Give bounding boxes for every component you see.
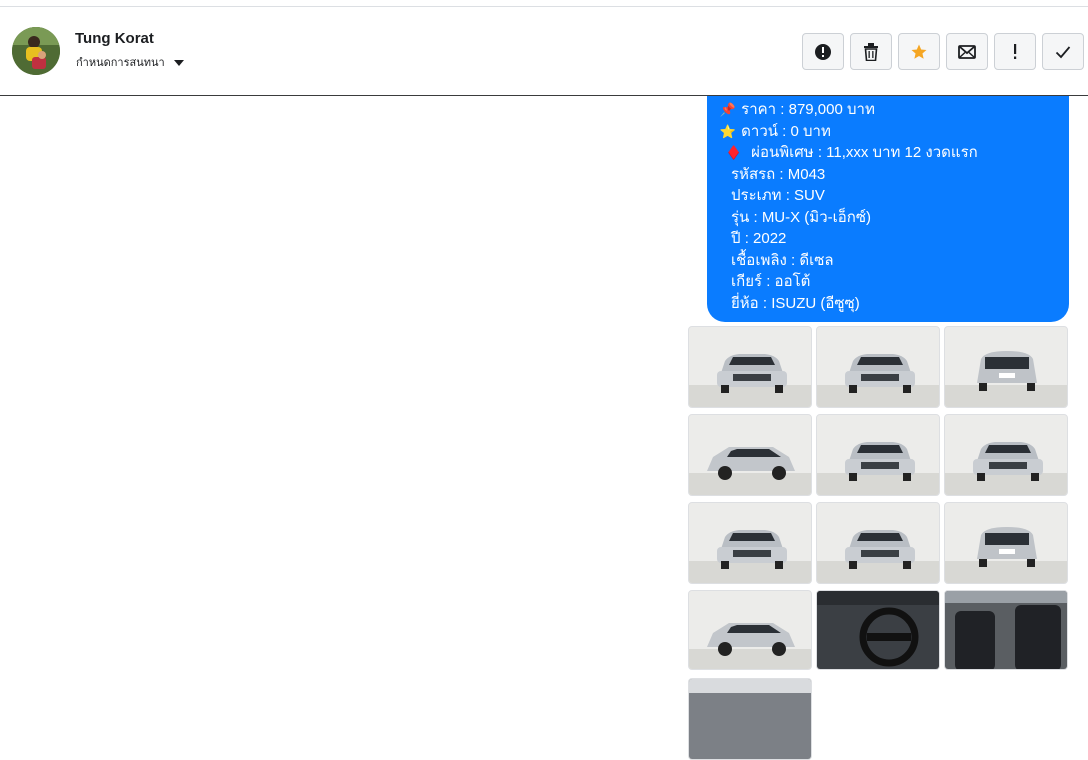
exclamation-icon bbox=[1014, 43, 1017, 59]
done-button[interactable] bbox=[1042, 33, 1084, 70]
photo-thumbnail[interactable] bbox=[688, 678, 812, 760]
trash-icon bbox=[864, 42, 878, 61]
conversation-label-text: กำหนดการสนทนา bbox=[76, 57, 165, 69]
star-icon bbox=[911, 44, 927, 59]
contact-name[interactable]: Tung Korat bbox=[75, 30, 154, 47]
diamond-icon: ♦️ bbox=[725, 145, 743, 160]
photo-thumbnail[interactable] bbox=[688, 502, 812, 584]
message-line-brand: ยี่ห้อ : ISUZU (อีซูซุ) bbox=[731, 294, 860, 312]
star-emoji-icon: ⭐ bbox=[719, 123, 737, 139]
important-button[interactable] bbox=[994, 33, 1036, 70]
message-line-price: 📌 ราคา : 879,000 บาท bbox=[719, 99, 1069, 121]
envelope-icon bbox=[958, 44, 976, 59]
photo-thumbnail[interactable] bbox=[816, 326, 940, 408]
conversation-label-dropdown[interactable]: กำหนดการสนทนา bbox=[76, 53, 184, 71]
delete-button[interactable] bbox=[850, 33, 892, 70]
check-icon bbox=[1055, 45, 1071, 58]
photo-thumbnail[interactable] bbox=[944, 326, 1068, 408]
message-line-model: รุ่น : MU-X (มิว-เอ็กซ์) bbox=[731, 208, 872, 226]
photo-thumbnail[interactable] bbox=[688, 326, 812, 408]
alert-circle-icon bbox=[815, 43, 831, 60]
photo-thumbnail[interactable] bbox=[816, 502, 940, 584]
message-line-type: ประเภท : SUV bbox=[731, 187, 825, 204]
photo-thumbnail[interactable] bbox=[816, 414, 940, 496]
photo-thumbnail[interactable] bbox=[688, 414, 812, 496]
conversation-header: Tung Korat กำหนดการสนทนา bbox=[0, 7, 1088, 96]
mark-unread-button[interactable] bbox=[946, 33, 988, 70]
photo-thumbnail[interactable] bbox=[816, 590, 940, 670]
photo-thumbnail[interactable] bbox=[944, 590, 1068, 670]
message-line-year: ปี : 2022 bbox=[731, 230, 787, 247]
message-line-down-payment: ⭐ ดาวน์ : 0 บาท bbox=[719, 121, 1069, 143]
avatar[interactable] bbox=[12, 27, 60, 75]
report-button[interactable] bbox=[802, 33, 844, 70]
message-line-code: รหัสรถ : M043 bbox=[731, 165, 826, 183]
message-line-gear: เกียร์ : ออโต้ bbox=[731, 273, 811, 290]
action-toolbar bbox=[802, 33, 1084, 70]
photo-thumbnail[interactable] bbox=[944, 502, 1068, 584]
pushpin-icon: 📌 bbox=[719, 102, 737, 117]
star-button[interactable] bbox=[898, 33, 940, 70]
message-line-fuel: เชื้อเพลิง : ดีเซล bbox=[731, 251, 834, 269]
caret-down-icon bbox=[173, 59, 184, 66]
photo-thumbnail[interactable] bbox=[688, 590, 812, 670]
message-line-installment: ♦️ ผ่อนพิเศษ : 11,xxx บาท 12 งวดแรก bbox=[719, 142, 1069, 164]
message-bubble[interactable]: 📌 ราคา : 879,000 บาท ⭐ ดาวน์ : 0 บาท ♦️ … bbox=[707, 96, 1069, 322]
photo-thumbnail[interactable] bbox=[944, 414, 1068, 496]
